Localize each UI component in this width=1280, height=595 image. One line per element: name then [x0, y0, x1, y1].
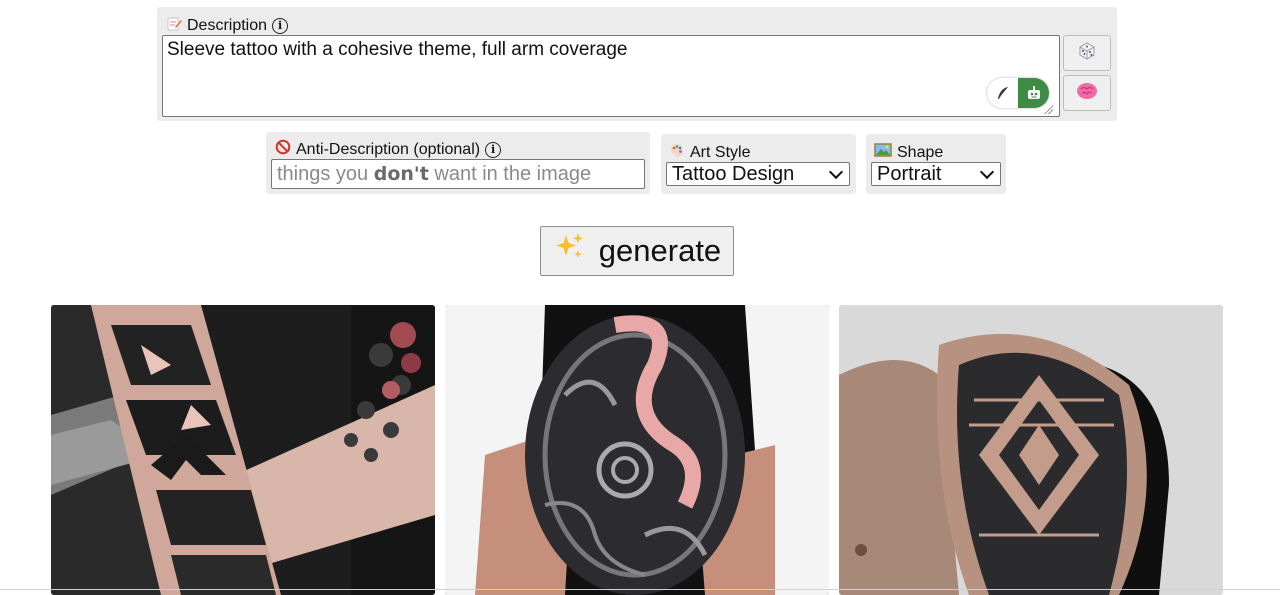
generate-button[interactable]: generate: [540, 226, 734, 276]
sparkles-icon: [553, 230, 587, 272]
enhance-prompt-button[interactable]: [1063, 75, 1111, 111]
random-prompt-button[interactable]: [1063, 35, 1111, 71]
pencil-paper-icon: [166, 15, 182, 36]
info-icon[interactable]: i: [485, 141, 502, 158]
result-image-3[interactable]: [839, 305, 1223, 595]
anti-description-panel: Anti-Description (optional) i things you…: [266, 132, 650, 194]
anti-description-label-row: Anti-Description (optional) i: [275, 139, 502, 160]
no-entry-icon: [275, 139, 291, 160]
generate-label: generate: [598, 233, 722, 268]
anti-description-label: Anti-Description (optional): [296, 140, 481, 158]
chevron-down-icon: [828, 164, 844, 179]
art-style-selected: Tattoo Design: [672, 162, 795, 185]
art-style-label-row: Art Style: [669, 142, 750, 163]
framed-picture-icon: [874, 142, 892, 163]
description-panel: Description i Sleeve tattoo with a cohes…: [157, 7, 1117, 121]
art-style-panel: Art Style Tattoo Design: [661, 134, 856, 194]
brain-icon: [1075, 81, 1099, 106]
page-bottom-divider: [0, 589, 1280, 590]
chevron-down-icon: [979, 164, 995, 179]
shape-label: Shape: [897, 143, 944, 161]
info-icon[interactable]: i: [272, 17, 289, 34]
tattoo-image-1: [51, 305, 435, 595]
palette-icon: [669, 142, 685, 163]
mode-toggle[interactable]: [987, 78, 1049, 108]
description-input[interactable]: Sleeve tattoo with a cohesive theme, ful…: [162, 35, 1060, 117]
art-style-select[interactable]: Tattoo Design: [666, 162, 850, 186]
description-label: Description: [187, 16, 268, 34]
shape-select[interactable]: Portrait: [871, 162, 1001, 186]
result-image-1[interactable]: [51, 305, 435, 595]
resize-handle-icon[interactable]: [1043, 104, 1053, 114]
tattoo-image-3: [839, 305, 1223, 595]
shape-panel: Shape Portrait: [866, 134, 1006, 194]
art-style-label: Art Style: [690, 143, 751, 161]
shape-selected: Portrait: [877, 162, 942, 185]
description-label-row: Description i: [166, 15, 289, 36]
dice-icon: [1076, 40, 1098, 67]
quill-icon[interactable]: [987, 78, 1018, 108]
shape-label-row: Shape: [874, 142, 943, 163]
result-image-2[interactable]: [445, 305, 829, 595]
robot-icon[interactable]: [1018, 78, 1049, 108]
anti-description-input[interactable]: [271, 159, 645, 189]
tattoo-image-2: [445, 305, 829, 595]
